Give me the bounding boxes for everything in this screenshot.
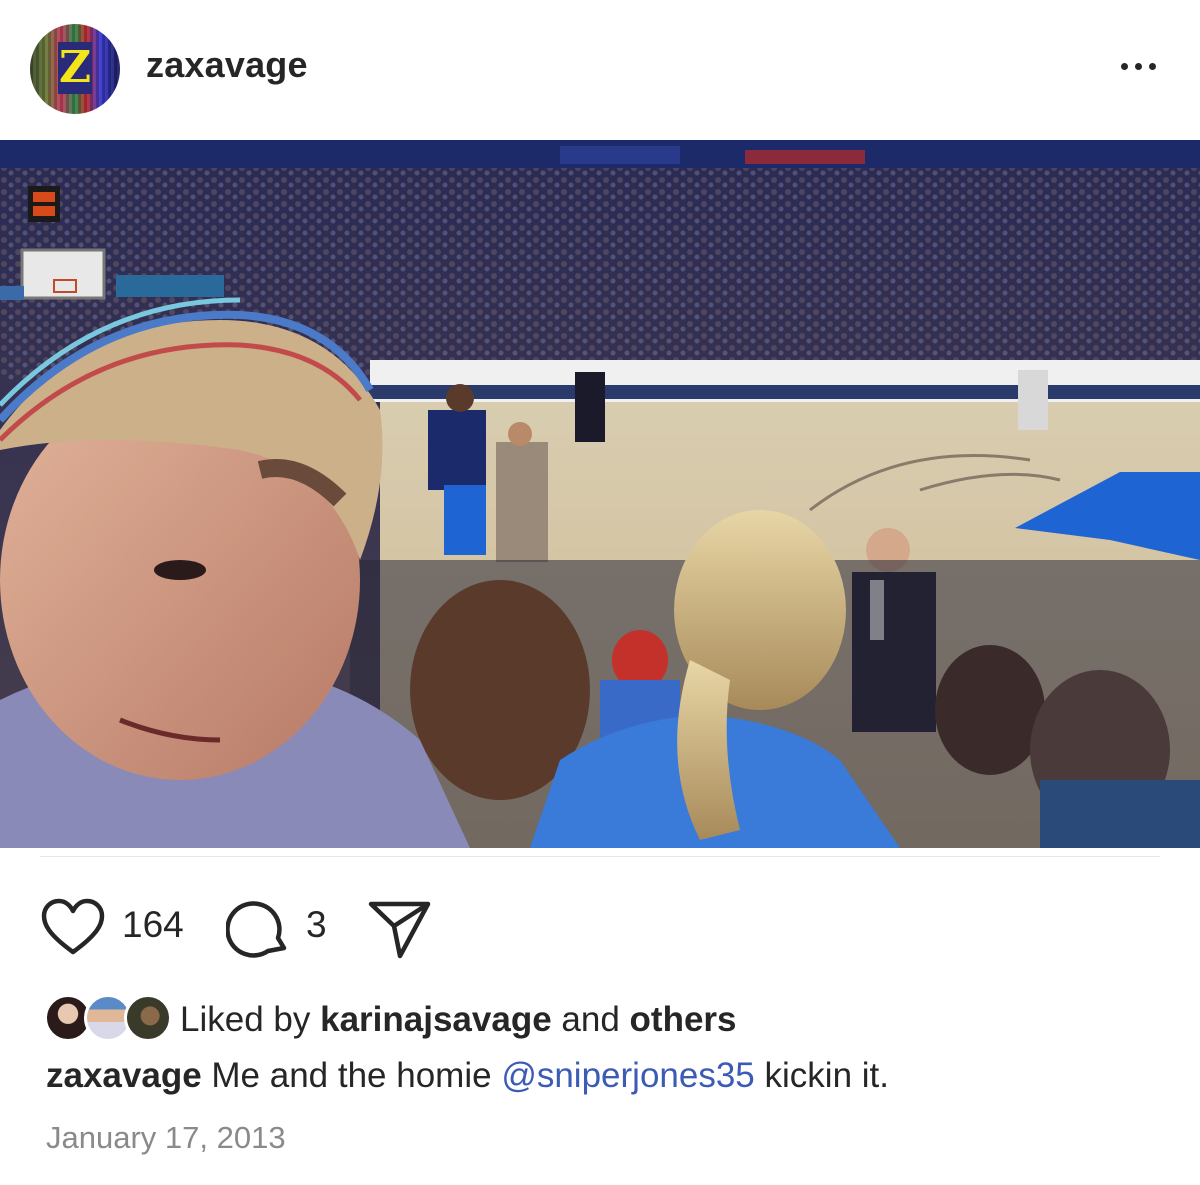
post-caption: zaxavage Me and the homie @sniperjones35…	[46, 1056, 889, 1096]
post-header: Z zaxavage	[0, 0, 1200, 140]
comment-bubble-icon[interactable]	[225, 896, 292, 962]
photo-illustration	[0, 140, 1200, 848]
liked-by-row: Liked by karinajsavage and others	[44, 992, 1144, 1048]
liked-by-prefix: Liked by	[180, 1000, 311, 1039]
avatar-logo-letter: Z	[58, 42, 92, 94]
content-divider	[40, 856, 1160, 857]
author-avatar[interactable]: Z	[30, 24, 120, 114]
action-bar: 164 3	[0, 890, 1200, 970]
liked-by-text: Liked by karinajsavage and others	[180, 1000, 737, 1040]
paper-plane-icon[interactable]	[366, 896, 434, 962]
post-date: January 17, 2013	[46, 1120, 286, 1155]
caption-text-end: kickin it.	[764, 1056, 889, 1095]
comment-count[interactable]: 3	[306, 904, 327, 946]
liker-avatar[interactable]	[124, 994, 172, 1042]
heart-icon[interactable]	[38, 896, 108, 960]
more-dot	[1134, 62, 1142, 70]
liked-by-others[interactable]: others	[630, 1000, 737, 1039]
liked-by-joiner: and	[561, 1000, 620, 1039]
liked-by-user[interactable]: karinajsavage	[320, 1000, 552, 1039]
more-dot	[1120, 62, 1128, 70]
post-photo[interactable]	[0, 140, 1200, 848]
like-count[interactable]: 164	[122, 904, 184, 946]
more-options-icon[interactable]	[1110, 56, 1166, 76]
more-dot	[1148, 62, 1156, 70]
author-username[interactable]: zaxavage	[146, 44, 308, 86]
caption-username[interactable]: zaxavage	[46, 1056, 202, 1095]
caption-mention[interactable]: @sniperjones35	[501, 1056, 754, 1095]
caption-text: Me and the homie	[211, 1056, 492, 1095]
liker-avatars[interactable]	[44, 992, 172, 1044]
